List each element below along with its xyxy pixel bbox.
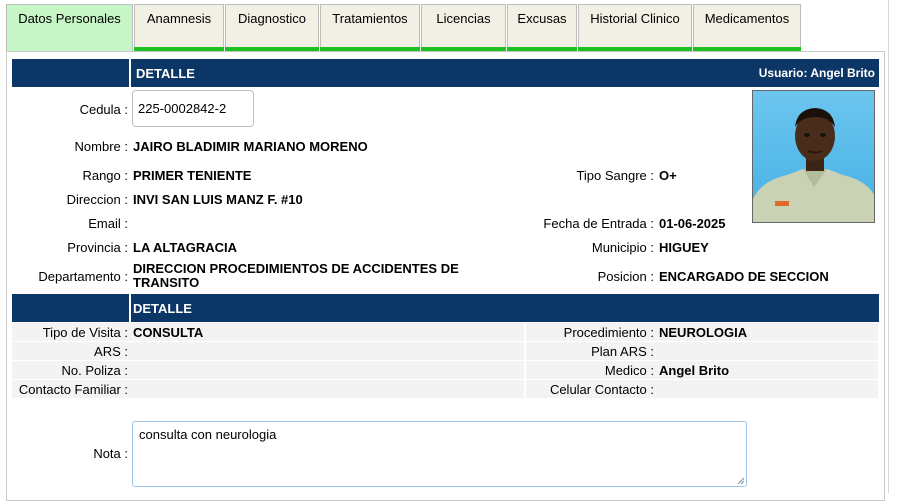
fecha-entrada-label: Fecha de Entrada : xyxy=(543,216,654,231)
tab-excusas[interactable]: Excusas xyxy=(507,4,577,52)
visit-row-bg xyxy=(12,361,878,379)
tab-diagnostico[interactable]: Diagnostico xyxy=(225,4,319,52)
email-label: Email : xyxy=(88,216,128,231)
nombre-value: JAIRO BLADIMIR MARIANO MORENO xyxy=(133,139,368,154)
nombre-label: Nombre : xyxy=(74,139,128,154)
tab-medicamentos[interactable]: Medicamentos xyxy=(693,4,801,52)
posicion-value: ENCARGADO DE SECCION xyxy=(659,269,829,284)
current-user: Usuario: Angel Brito xyxy=(758,66,875,80)
rango-label: Rango : xyxy=(82,168,128,183)
tab-anamnesis[interactable]: Anamnesis xyxy=(134,4,224,52)
direccion-value: INVI SAN LUIS MANZ F. #10 xyxy=(133,192,303,207)
person-photo-icon xyxy=(753,108,874,222)
medico-value: Angel Brito xyxy=(659,363,730,378)
tab-tratamientos[interactable]: Tratamientos xyxy=(320,4,420,52)
provincia-label: Provincia : xyxy=(67,240,128,255)
resize-handle-icon[interactable] xyxy=(737,477,744,484)
tipo-sangre-label: Tipo Sangre : xyxy=(576,168,654,183)
tab-datos-personales[interactable]: Datos Personales xyxy=(6,4,133,52)
poliza-label: No. Poliza : xyxy=(61,363,128,378)
fecha-entrada-value: 01-06-2025 xyxy=(659,216,726,231)
contacto-familiar-label: Contacto Familiar : xyxy=(18,382,128,397)
departamento-value: DIRECCION PROCEDIMIENTOS DE ACCIDENTES D… xyxy=(133,261,459,290)
plan-ars-label: Plan ARS : xyxy=(591,344,654,359)
detail-header-bar: DETALLE Usuario: Angel Brito xyxy=(12,59,879,87)
tab-licencias[interactable]: Licencias xyxy=(421,4,506,52)
municipio-value: HIGUEY xyxy=(659,240,709,255)
medico-label: Medico : xyxy=(604,363,654,378)
tipo-visita-label: Tipo de Visita : xyxy=(42,325,128,340)
scrollbar-edge xyxy=(888,0,889,493)
celular-contacto-label: Celular Contacto : xyxy=(549,382,654,397)
tab-historial-clinico[interactable]: Historial Clinico xyxy=(578,4,692,52)
visit-header-bar: DETALLE xyxy=(12,294,879,322)
ars-label: ARS : xyxy=(94,344,128,359)
visit-header-divider xyxy=(129,294,131,322)
departamento-label: Departamento : xyxy=(38,269,128,284)
rango-value: PRIMER TENIENTE xyxy=(133,168,252,183)
nota-text: consulta con neurologia xyxy=(139,427,277,442)
visit-row-bg xyxy=(12,342,878,360)
nota-label: Nota : xyxy=(93,446,128,461)
visit-title: DETALLE xyxy=(133,301,192,316)
patient-photo xyxy=(752,90,875,223)
header-divider xyxy=(129,59,131,87)
posicion-label: Posicion : xyxy=(597,269,654,284)
tipo-visita-value: CONSULTA xyxy=(133,325,204,340)
direccion-label: Direccion : xyxy=(66,192,128,207)
cedula-field[interactable]: 225-0002842-2 xyxy=(132,90,254,127)
detail-title: DETALLE xyxy=(136,66,195,81)
procedimiento-value: NEUROLOGIA xyxy=(659,325,748,340)
procedimiento-label: Procedimiento : xyxy=(563,325,654,340)
provincia-value: LA ALTAGRACIA xyxy=(133,240,237,255)
cedula-label: Cedula : xyxy=(79,102,128,117)
tipo-sangre-value: O+ xyxy=(659,168,677,183)
nota-textarea[interactable]: consulta con neurologia xyxy=(132,421,747,487)
municipio-label: Municipio : xyxy=(591,240,654,255)
visit-row-bg xyxy=(12,380,878,398)
